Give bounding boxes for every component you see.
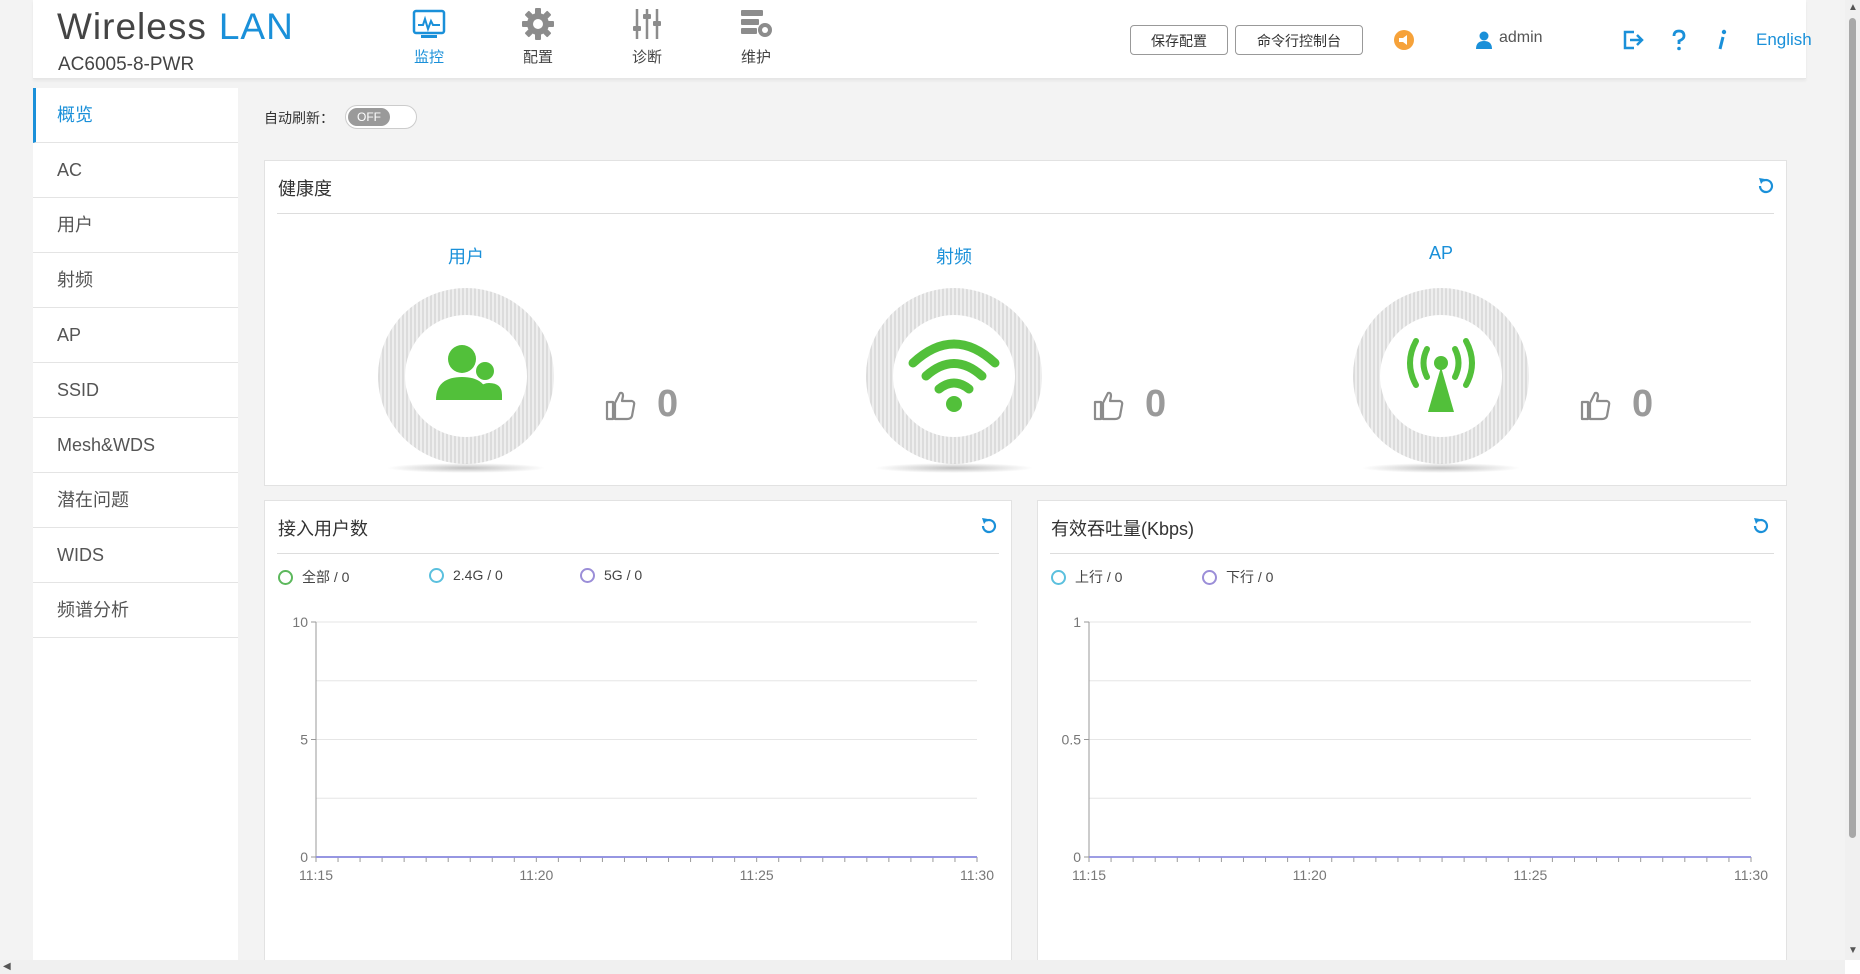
logout-icon[interactable] — [1622, 30, 1644, 50]
auto-refresh-label: 自动刷新： — [264, 110, 334, 126]
x-tick-label: 11:25 — [1513, 867, 1547, 883]
health-title: 健康度 — [278, 179, 332, 199]
ring-shadow — [1361, 463, 1521, 473]
y-tick-label: 0 — [1073, 849, 1081, 865]
nav-maintain[interactable]: 维护 — [711, 6, 801, 67]
app-window: Wireless LAN AC6005-8-PWR 监控 配置 诊断 维护 保存… — [0, 0, 1845, 970]
health-radio-score: 0 — [1145, 383, 1167, 425]
health-users-score: 0 — [657, 383, 679, 425]
nav-monitor[interactable]: 监控 — [384, 6, 474, 67]
maintenance-icon — [741, 10, 772, 37]
health-users-label: 用户 — [448, 247, 484, 267]
throughput-chart-panel: 有效吞吐量(Kbps) 上行 / 0 下行 / 0 0 0.5 1 11:15 11:2… — [1037, 500, 1787, 970]
scroll-up-arrow[interactable]: ▲ — [1848, 2, 1858, 13]
throughput-chart: 0 0.5 1 11:15 11:20 11:25 11:30 — [1062, 614, 1769, 883]
nav-config-label: 配置 — [522, 49, 553, 66]
scroll-down-arrow[interactable]: ▼ — [1848, 945, 1858, 956]
x-tick-label: 11:15 — [299, 867, 333, 883]
health-ap-ring — [1353, 288, 1529, 464]
thumbs-up-icon — [605, 391, 636, 421]
user-icon — [1476, 31, 1492, 49]
notification-icon[interactable] — [1393, 29, 1415, 51]
wifi-icon — [908, 339, 1000, 412]
nav-monitor-label: 监控 — [413, 49, 444, 66]
y-tick-label: 10 — [292, 614, 308, 630]
y-tick-label: 0.5 — [1062, 732, 1082, 748]
y-tick-label: 0 — [300, 849, 308, 865]
sidebar-item-wids[interactable]: WIDS — [33, 528, 238, 583]
sidebar-item-overview[interactable]: 概览 — [33, 88, 238, 143]
sidebar-item-ap[interactable]: AP — [33, 308, 238, 363]
top-header: Wireless LAN AC6005-8-PWR 监控 配置 诊断 维护 保存… — [33, 0, 1812, 79]
refresh-icon[interactable] — [1755, 175, 1777, 197]
sidebar-item-users[interactable]: 用户 — [33, 198, 238, 253]
users-chart: 0 5 10 11:15 11:20 11:25 11:30 — [292, 614, 994, 883]
antenna-icon — [1407, 338, 1475, 412]
auto-refresh-toggle[interactable]: OFF — [345, 105, 417, 129]
health-radio-label: 射频 — [936, 247, 972, 267]
nav-config[interactable]: 配置 — [493, 6, 583, 67]
thumbs-up-icon — [1580, 391, 1611, 421]
nav-maintain-label: 维护 — [740, 49, 771, 66]
language-switch[interactable]: English — [1756, 30, 1812, 50]
thumbs-up-icon — [1093, 391, 1124, 421]
x-tick-label: 11:20 — [519, 867, 553, 883]
sidebar-item-ssid[interactable]: SSID — [33, 363, 238, 418]
sliders-icon — [633, 9, 661, 39]
logo-lan: LAN — [218, 6, 294, 47]
sidebar-item-ac[interactable]: AC — [33, 143, 238, 198]
ring-shadow — [874, 463, 1034, 473]
scroll-left-arrow[interactable]: ◀ — [3, 961, 11, 972]
cli-console-button[interactable]: 命令行控制台 — [1235, 25, 1363, 55]
y-tick-label: 5 — [300, 732, 308, 748]
x-tick-label: 11:25 — [740, 867, 774, 883]
health-ap-label: AP — [1428, 243, 1453, 263]
x-tick-label: 11:20 — [1293, 867, 1327, 883]
logo-wireless: Wireless — [57, 6, 207, 47]
logo: Wireless LAN — [57, 6, 294, 48]
health-panel: 健康度 用户 0 射频 0 AP 0 — [264, 160, 1787, 486]
x-tick-label: 11:30 — [960, 867, 994, 883]
nav-diagnose-label: 诊断 — [631, 49, 662, 66]
username[interactable]: admin — [1499, 29, 1543, 47]
info-icon[interactable] — [1716, 29, 1728, 51]
divider — [277, 213, 1774, 214]
health-users-ring — [378, 288, 554, 464]
health-ap-score: 0 — [1632, 383, 1654, 425]
save-config-button[interactable]: 保存配置 — [1130, 25, 1228, 55]
monitor-icon — [412, 9, 446, 38]
sidebar-item-spectrum[interactable]: 频谱分析 — [33, 583, 238, 638]
x-tick-label: 11:15 — [1072, 867, 1106, 883]
horizontal-scrollbar[interactable]: ◀ — [0, 960, 1845, 974]
vertical-scrollbar[interactable]: ▲ ▼ — [1845, 0, 1860, 960]
ring-shadow — [386, 463, 546, 473]
sidebar-item-mesh-wds[interactable]: Mesh&WDS — [33, 418, 238, 473]
gear-icon — [522, 8, 554, 40]
users-chart-panel: 接入用户数 全部 / 0 2.4G / 0 5G / 0 0 5 10 11:15 11… — [264, 500, 1012, 970]
users-icon — [436, 345, 502, 400]
toggle-state: OFF — [348, 108, 390, 126]
scrollbar-thumb[interactable] — [1849, 18, 1856, 838]
sidebar-item-issues[interactable]: 潜在问题 — [33, 473, 238, 528]
health-radio-ring — [866, 288, 1042, 464]
x-tick-label: 11:30 — [1734, 867, 1768, 883]
y-tick-label: 1 — [1073, 614, 1081, 630]
device-model: AC6005-8-PWR — [58, 54, 195, 75]
sidebar-item-radio[interactable]: 射频 — [33, 253, 238, 308]
nav-diagnose[interactable]: 诊断 — [602, 6, 692, 67]
sidebar: 概览 AC 用户 射频 AP SSID Mesh&WDS 潜在问题 WIDS 频… — [33, 88, 238, 960]
help-icon[interactable] — [1671, 29, 1687, 51]
